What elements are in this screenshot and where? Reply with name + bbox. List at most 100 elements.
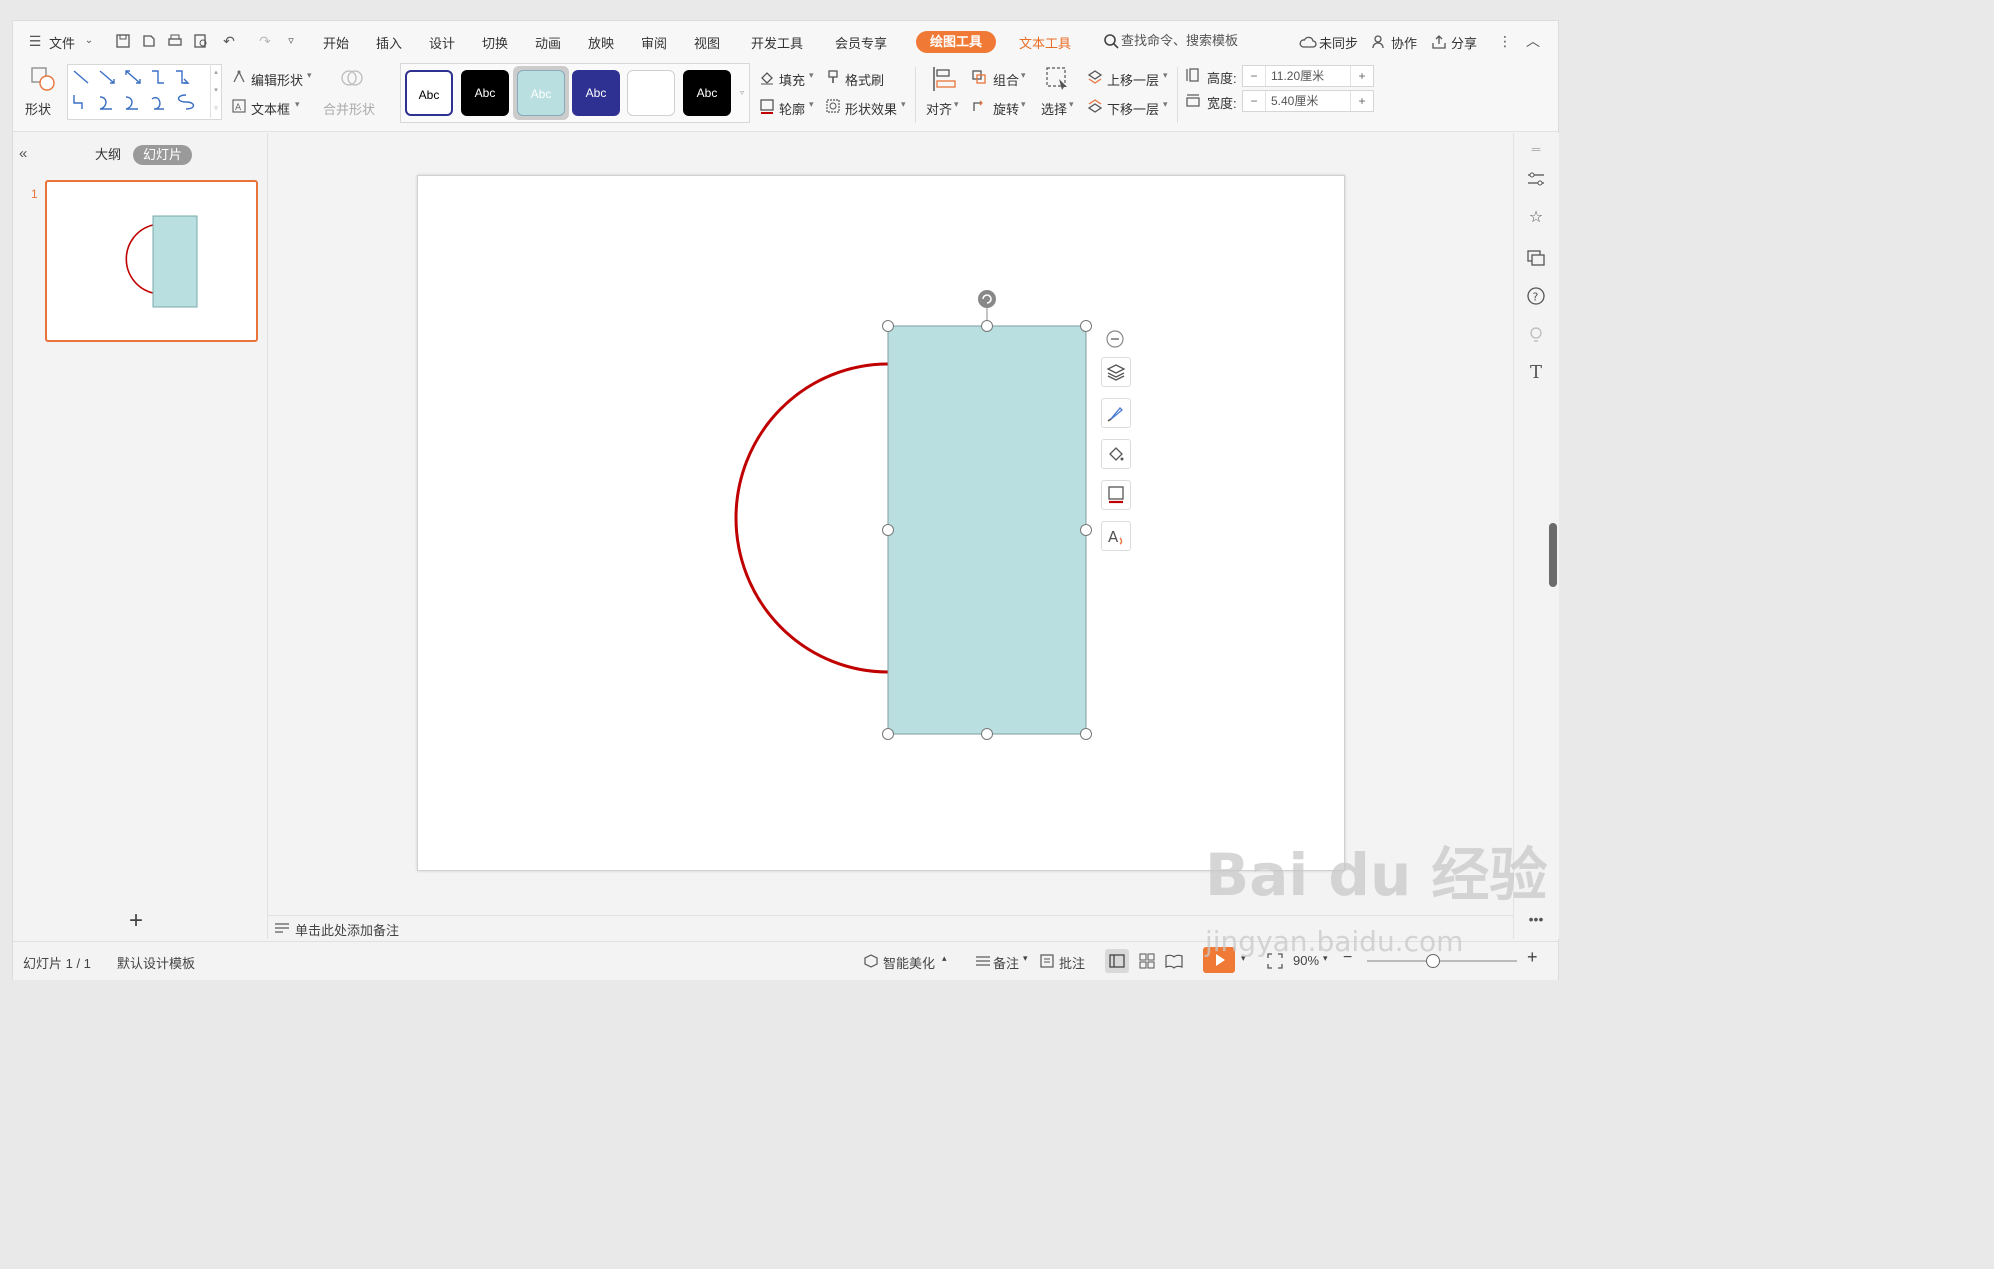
align-button[interactable]: 对齐 bbox=[926, 99, 952, 118]
chevron-down-icon[interactable]: ▾ bbox=[1023, 953, 1028, 964]
bring-forward-button[interactable]: 上移一层 bbox=[1107, 70, 1159, 89]
drag-handle-icon[interactable]: ═ bbox=[1526, 139, 1546, 159]
width-increment[interactable]: + bbox=[1350, 91, 1373, 111]
width-value[interactable]: 5.40厘米 bbox=[1271, 91, 1318, 111]
save-icon[interactable] bbox=[115, 33, 131, 49]
slide-thumbnail[interactable] bbox=[45, 180, 258, 342]
rotate-button[interactable]: 旋转 bbox=[993, 99, 1019, 118]
tab-text-tools[interactable]: 文本工具 bbox=[1019, 33, 1071, 52]
outline-button[interactable]: 轮廓 bbox=[779, 99, 805, 118]
more-icon[interactable]: ••• bbox=[1526, 909, 1546, 929]
tab-outline[interactable]: 大纲 bbox=[85, 145, 131, 165]
width-decrement[interactable]: − bbox=[1243, 91, 1266, 111]
chevron-down-icon[interactable]: ▾ bbox=[1021, 70, 1026, 81]
style-swatch-outline[interactable]: Abc bbox=[405, 70, 453, 116]
tab-member[interactable]: 会员专享 bbox=[835, 33, 887, 52]
chevron-down-icon[interactable]: ▾ bbox=[295, 99, 300, 110]
tab-developer[interactable]: 开发工具 bbox=[751, 33, 803, 52]
zoom-in-icon[interactable]: + bbox=[1527, 947, 1538, 968]
tab-drawing-tools[interactable]: 绘图工具 bbox=[916, 31, 997, 53]
side-scroll-thumb[interactable] bbox=[1549, 523, 1557, 587]
select-button[interactable]: 选择 bbox=[1041, 99, 1067, 118]
export-icon[interactable] bbox=[141, 33, 157, 49]
style-swatch-white[interactable] bbox=[627, 70, 675, 116]
chevron-down-icon[interactable]: ▾ bbox=[809, 99, 814, 110]
chevron-down-icon[interactable]: ⌄ bbox=[81, 33, 97, 49]
hamburger-menu-icon[interactable]: ☰ bbox=[27, 33, 43, 49]
template-name[interactable]: 默认设计模板 bbox=[117, 953, 195, 972]
shape-button[interactable]: 形状 bbox=[25, 99, 51, 118]
add-slide-button[interactable]: + bbox=[129, 907, 143, 935]
chevron-down-icon[interactable]: ▾ bbox=[1163, 70, 1168, 81]
tab-review[interactable]: 审阅 bbox=[641, 33, 667, 52]
text-icon[interactable]: T bbox=[1526, 363, 1546, 383]
height-decrement[interactable]: − bbox=[1243, 66, 1266, 86]
sync-status[interactable]: 未同步 bbox=[1319, 33, 1358, 52]
fill-button-float[interactable] bbox=[1101, 439, 1131, 469]
chevron-down-icon[interactable]: ▾ bbox=[1069, 99, 1074, 110]
send-backward-button[interactable]: 下移一层 bbox=[1107, 99, 1159, 118]
collapse-panel-icon[interactable]: « bbox=[19, 145, 27, 162]
layers-button[interactable] bbox=[1101, 357, 1131, 387]
undo-icon[interactable]: ↶ bbox=[221, 33, 237, 49]
style-swatch-teal[interactable]: Abc bbox=[517, 70, 565, 116]
tab-transitions[interactable]: 切换 bbox=[482, 33, 508, 52]
print-preview-icon[interactable] bbox=[193, 33, 209, 49]
notes-toggle-button[interactable]: 备注 bbox=[993, 953, 1019, 972]
tab-slides[interactable]: 幻灯片 bbox=[133, 145, 193, 165]
style-swatch-blue[interactable]: Abc bbox=[572, 70, 620, 116]
share-icon[interactable] bbox=[1431, 34, 1447, 50]
smart-beautify-button[interactable]: 智能美化 bbox=[883, 953, 935, 972]
merge-shape-button[interactable]: 合并形状 bbox=[323, 99, 375, 118]
chevron-down-icon[interactable]: ▾ bbox=[307, 70, 312, 81]
chevron-up-icon[interactable]: ▴ bbox=[942, 953, 947, 964]
outline-button-float[interactable] bbox=[1101, 480, 1131, 510]
grid-view-icon[interactable] bbox=[1139, 953, 1155, 969]
normal-view-icon[interactable] bbox=[1109, 953, 1125, 969]
collaborate-button[interactable]: 协作 bbox=[1391, 33, 1417, 52]
fill-button[interactable]: 填充 bbox=[779, 70, 805, 89]
text-effect-button[interactable]: A bbox=[1101, 521, 1131, 551]
tab-slideshow[interactable]: 放映 bbox=[588, 33, 614, 52]
print-icon[interactable] bbox=[167, 33, 183, 49]
chevron-down-icon[interactable]: ▾ bbox=[809, 70, 814, 81]
collapse-ribbon-icon[interactable]: ︿ bbox=[1525, 33, 1541, 49]
textbox-button[interactable]: 文本框 bbox=[251, 99, 290, 118]
share-button[interactable]: 分享 bbox=[1451, 33, 1477, 52]
tab-view[interactable]: 视图 bbox=[694, 33, 720, 52]
group-button[interactable]: 组合 bbox=[993, 70, 1019, 89]
height-increment[interactable]: + bbox=[1350, 66, 1373, 86]
height-field[interactable]: − 11.20厘米 + bbox=[1242, 65, 1374, 87]
file-menu[interactable]: 文件 bbox=[49, 33, 75, 52]
shape-effect-button[interactable]: 形状效果 bbox=[845, 99, 897, 118]
cloud-icon[interactable] bbox=[1299, 34, 1317, 50]
chevron-down-icon[interactable]: ▾ bbox=[901, 99, 906, 110]
redo-icon[interactable]: ↷ bbox=[257, 33, 273, 49]
style-swatch-black-2[interactable]: Abc bbox=[683, 70, 731, 116]
line-gallery[interactable] bbox=[67, 64, 222, 120]
star-icon[interactable]: ☆ bbox=[1526, 208, 1546, 228]
chevron-down-icon[interactable]: ▾ bbox=[1021, 99, 1026, 110]
comment-button[interactable]: 批注 bbox=[1059, 953, 1085, 972]
shapes-icon[interactable] bbox=[29, 65, 57, 93]
tab-animations[interactable]: 动画 bbox=[535, 33, 561, 52]
command-search[interactable]: 查找命令、搜索模板 bbox=[1099, 29, 1245, 53]
reading-view-icon[interactable] bbox=[1165, 953, 1183, 969]
properties-icon[interactable] bbox=[1526, 169, 1546, 189]
tab-home[interactable]: 开始 bbox=[323, 33, 349, 52]
lightbulb-icon[interactable] bbox=[1526, 325, 1546, 345]
tab-insert[interactable]: 插入 bbox=[376, 33, 402, 52]
zoom-slider[interactable] bbox=[1367, 960, 1517, 962]
customize-toolbar-icon[interactable]: ▿ bbox=[283, 33, 299, 49]
slide-canvas[interactable]: A bbox=[417, 175, 1345, 871]
gallery-scroll[interactable]: ▴ ▾ ▿ bbox=[210, 64, 221, 118]
style-swatch-black[interactable]: Abc bbox=[461, 70, 509, 116]
style-brush-button[interactable] bbox=[1101, 398, 1131, 428]
width-field[interactable]: − 5.40厘米 + bbox=[1242, 90, 1374, 112]
canvas-scrollbar[interactable] bbox=[1503, 133, 1513, 913]
collapse-toolbar-icon[interactable] bbox=[1105, 329, 1125, 349]
notes-placeholder[interactable]: 单击此处添加备注 bbox=[295, 920, 399, 939]
slides-icon[interactable] bbox=[1526, 247, 1546, 267]
chevron-down-icon[interactable]: ▾ bbox=[954, 99, 959, 110]
chevron-down-icon[interactable]: ▾ bbox=[1163, 99, 1168, 110]
